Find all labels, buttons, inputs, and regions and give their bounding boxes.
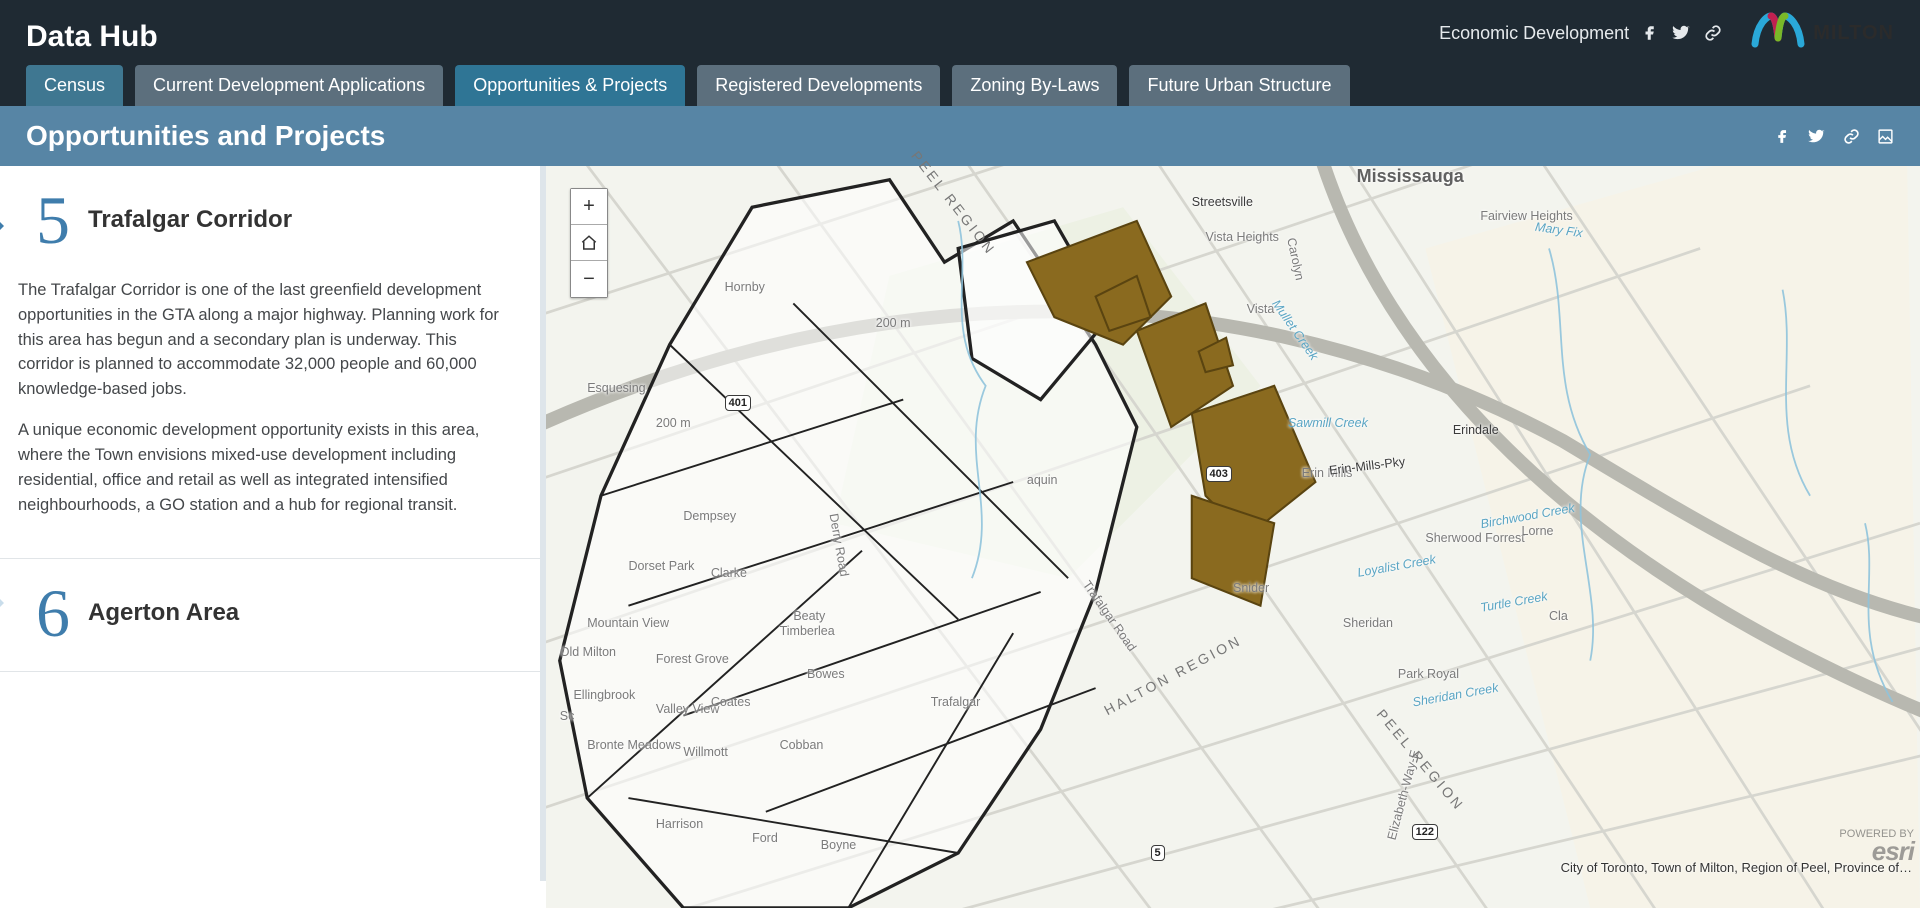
- map-label: Dempsey: [683, 509, 736, 523]
- map-label: Hornby: [725, 280, 765, 294]
- map-label: Ford: [752, 831, 778, 845]
- map-label: Cla: [1549, 609, 1568, 623]
- tab-zoning-by-laws[interactable]: Zoning By-Laws: [952, 65, 1117, 106]
- map-controls: + −: [570, 188, 608, 298]
- economic-development-link[interactable]: Economic Development: [1439, 23, 1629, 44]
- map-canvas[interactable]: [546, 166, 1920, 908]
- highway-shield-403: 403: [1206, 466, 1232, 482]
- map-label: Sc: [560, 709, 575, 723]
- section-title: Agerton Area: [88, 599, 239, 627]
- map-label: aquin: [1027, 473, 1058, 487]
- map-label: Clarke: [711, 566, 747, 580]
- logo-text: MILTON: [1813, 22, 1894, 45]
- map-label: Fairview Heights: [1480, 209, 1572, 223]
- map-label: Boyne: [821, 838, 856, 852]
- top-header: Data Hub Economic Development MILTON: [0, 0, 1920, 65]
- main-content: 5 Trafalgar Corridor The Trafalgar Corri…: [0, 166, 1920, 881]
- map-label: Erindale: [1453, 423, 1499, 437]
- section-header: 5 Trafalgar Corridor: [18, 186, 514, 254]
- facebook-icon[interactable]: [1641, 24, 1659, 42]
- site-title: Data Hub: [26, 20, 158, 54]
- link-icon[interactable]: [1703, 24, 1723, 42]
- home-extent-button[interactable]: [571, 225, 607, 261]
- map-view[interactable]: + − Mississauga Streetsville Vista Heigh…: [546, 166, 1920, 881]
- section-body: The Trafalgar Corridor is one of the las…: [18, 278, 514, 517]
- main-tabs: Census Current Development Applications …: [0, 65, 1920, 106]
- esri-badge: POWERED BY esri: [1839, 830, 1914, 863]
- map-label: Esquesing: [587, 381, 645, 395]
- map-label: Harrison: [656, 817, 703, 831]
- zoom-out-button[interactable]: −: [571, 261, 607, 297]
- section-paragraph: The Trafalgar Corridor is one of the las…: [18, 278, 514, 402]
- map-label: Vista Heights: [1206, 230, 1279, 244]
- twitter-icon[interactable]: [1807, 128, 1826, 145]
- tab-current-dev-apps[interactable]: Current Development Applications: [135, 65, 443, 106]
- map-label: Beaty: [793, 609, 825, 623]
- route-shield-5: 5: [1151, 845, 1165, 861]
- section-number: 5: [36, 186, 70, 254]
- section-agerton-area[interactable]: 6 Agerton Area: [0, 558, 540, 671]
- map-label: Timberlea: [780, 624, 835, 638]
- map-label: Trafalgar: [931, 695, 981, 709]
- highway-shield-401: 401: [725, 395, 751, 411]
- tab-census[interactable]: Census: [26, 65, 123, 106]
- section-paragraph: A unique economic development opportunit…: [18, 418, 514, 517]
- header-right-group: Economic Development MILTON: [1439, 10, 1894, 56]
- map-label: 200 m: [876, 316, 911, 330]
- section-arrow-icon: [0, 581, 4, 625]
- section-title: Trafalgar Corridor: [88, 206, 292, 234]
- tab-registered-developments[interactable]: Registered Developments: [697, 65, 940, 106]
- map-label: Snider: [1233, 581, 1269, 595]
- map-label: Sawmill Creek: [1288, 416, 1368, 430]
- map-label: Mountain View: [587, 616, 669, 630]
- section-trafalgar-corridor[interactable]: 5 Trafalgar Corridor The Trafalgar Corri…: [0, 166, 540, 558]
- map-label: Bronte Meadows: [587, 738, 681, 752]
- map-label: Mississauga: [1357, 166, 1464, 187]
- facebook-icon[interactable]: [1774, 128, 1791, 145]
- map-label: 200 m: [656, 416, 691, 430]
- map-label: Dorset Park: [628, 559, 694, 573]
- map-label: Willmott: [683, 745, 727, 759]
- side-panel[interactable]: 5 Trafalgar Corridor The Trafalgar Corri…: [0, 166, 546, 881]
- section-number: 6: [36, 579, 70, 647]
- map-attribution: City of Toronto, Town of Milton, Region …: [1561, 860, 1912, 875]
- band-share-group: [1774, 128, 1894, 145]
- page-band: Opportunities and Projects: [0, 106, 1920, 166]
- page-title: Opportunities and Projects: [26, 120, 385, 152]
- map-label: Sheridan: [1343, 616, 1393, 630]
- map-label: Cobban: [780, 738, 824, 752]
- tab-opportunities-projects[interactable]: Opportunities & Projects: [455, 65, 685, 106]
- map-label: Ellingbrook: [573, 688, 635, 702]
- zoom-in-button[interactable]: +: [571, 189, 607, 225]
- route-shield-122: 122: [1412, 824, 1438, 840]
- map-label: Forest Grove: [656, 652, 729, 666]
- twitter-icon[interactable]: [1671, 24, 1691, 42]
- map-label: Old Milton: [560, 645, 616, 659]
- map-label: Valley View: [656, 702, 719, 716]
- map-label: Coates: [711, 695, 751, 709]
- tab-future-urban-structure[interactable]: Future Urban Structure: [1129, 65, 1349, 106]
- map-label: Streetsville: [1192, 195, 1253, 209]
- map-label: Park Royal: [1398, 667, 1459, 681]
- link-icon[interactable]: [1842, 128, 1861, 145]
- image-icon[interactable]: [1877, 128, 1894, 145]
- map-label: Bowes: [807, 667, 845, 681]
- section-next[interactable]: [0, 671, 540, 756]
- section-header: 6 Agerton Area: [18, 579, 514, 647]
- milton-logo[interactable]: MILTON: [1749, 10, 1894, 56]
- map-label: Lorne: [1522, 524, 1554, 538]
- map-label: Sherwood Forrest: [1425, 531, 1524, 545]
- active-section-arrow-icon: [0, 204, 4, 248]
